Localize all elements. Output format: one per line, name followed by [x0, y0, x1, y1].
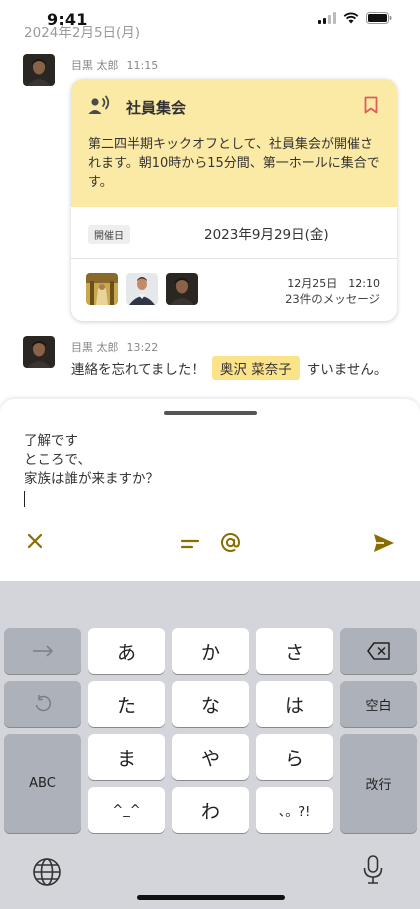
return-key[interactable]: 改行 [340, 734, 417, 833]
compose-input[interactable]: 了解です ところで、 家族は誰が来ますか？ [24, 432, 159, 507]
backspace-key[interactable] [340, 628, 417, 674]
status-icons [318, 12, 392, 24]
send-icon[interactable] [373, 533, 395, 557]
compose-line: ところで、 [24, 452, 91, 468]
avatar[interactable] [23, 336, 55, 368]
participant-avatar [86, 273, 118, 305]
sender-name: 目黒 太郎 [71, 341, 119, 354]
key-kaomoji[interactable]: ^_^ [88, 787, 165, 833]
message-meta: 目黒 太郎 11:15 [71, 57, 158, 73]
thread-summary[interactable]: 12月25日 12:10 23件のメッセージ [71, 259, 397, 321]
event-description: 第二四半期キックオフとして、社員集会が開催されます。朝10時から15分間、第一ホ… [88, 137, 380, 190]
wifi-icon [343, 12, 359, 24]
undo-key[interactable] [4, 681, 81, 727]
last-reply-time: 12月25日 12:10 [287, 277, 380, 290]
arrow-right-icon [32, 645, 53, 657]
avatar[interactable] [23, 54, 55, 86]
key-ra[interactable]: ら [256, 734, 333, 780]
space-key[interactable]: 空白 [340, 681, 417, 727]
text-caret [24, 491, 25, 507]
backspace-icon [366, 642, 390, 660]
avatar-photo [23, 54, 55, 86]
globe-icon[interactable] [31, 856, 63, 892]
message-meta: 目黒 太郎 13:22 [71, 339, 158, 355]
event-card-header: 社員集会 第二四半期キックオフとして、社員集会が開催されます。朝10時から15分… [71, 79, 397, 207]
mention-chip[interactable]: 奥沢 菜奈子 [211, 356, 300, 380]
home-indicator[interactable] [137, 895, 285, 900]
key-ha[interactable]: は [256, 681, 333, 727]
date-badge: 開催日 [88, 225, 130, 244]
undo-icon [35, 695, 51, 712]
sender-name: 目黒 太郎 [71, 59, 119, 72]
sheet-grabber[interactable] [164, 411, 257, 415]
message-text-after: すいません。 [306, 362, 388, 378]
format-icon[interactable] [180, 535, 200, 554]
key-wa[interactable]: わ [172, 787, 249, 833]
key-ta[interactable]: た [88, 681, 165, 727]
compose-line: 了解です [24, 433, 78, 449]
abc-key[interactable]: ABC [4, 734, 81, 833]
bookmark-icon[interactable] [364, 96, 378, 118]
event-date: 2023年9月29日(金) [204, 227, 329, 243]
mention-icon[interactable] [220, 532, 241, 557]
key-na[interactable]: な [172, 681, 249, 727]
signal-icon [318, 12, 336, 24]
message-text-before: 連絡を忘れてました！ [71, 362, 205, 378]
status-time: 9:41 [47, 10, 88, 29]
battery-icon [366, 12, 392, 24]
message-text: 連絡を忘れてました！ 奥沢 菜奈子 すいません。 [71, 356, 387, 380]
key-ya[interactable]: や [172, 734, 249, 780]
avatar-photo [23, 336, 55, 368]
microphone-icon[interactable] [362, 854, 384, 890]
key-ma[interactable]: ま [88, 734, 165, 780]
reply-count: 23件のメッセージ [285, 292, 380, 306]
message-time: 13:22 [126, 341, 159, 354]
event-title: 社員集会 [126, 98, 187, 117]
key-ka[interactable]: か [172, 628, 249, 674]
compose-line: 家族は誰が来ますか？ [24, 471, 159, 487]
close-icon[interactable] [26, 532, 44, 554]
kana-keyboard: あ か さ た な は 空白 ABC ま や ら 改行 ^_^ わ 、。?! [0, 581, 420, 909]
key-a[interactable]: あ [88, 628, 165, 674]
participant-avatar [166, 273, 198, 305]
participant-avatar [126, 273, 158, 305]
key-punctuation[interactable]: 、。?! [256, 787, 333, 833]
message-time: 11:15 [126, 59, 159, 72]
event-date-row: 開催日 2023年9月29日(金) [71, 207, 397, 259]
cursor-right-key[interactable] [4, 628, 81, 674]
compose-sheet: 了解です ところで、 家族は誰が来ますか？ [0, 399, 420, 581]
announcement-icon [88, 95, 112, 119]
key-sa[interactable]: さ [256, 628, 333, 674]
event-card[interactable]: 社員集会 第二四半期キックオフとして、社員集会が開催されます。朝10時から15分… [71, 79, 397, 321]
status-bar: 2024年2月5日(月) 9:41 [0, 0, 420, 44]
event-title-row: 社員集会 [88, 95, 186, 119]
